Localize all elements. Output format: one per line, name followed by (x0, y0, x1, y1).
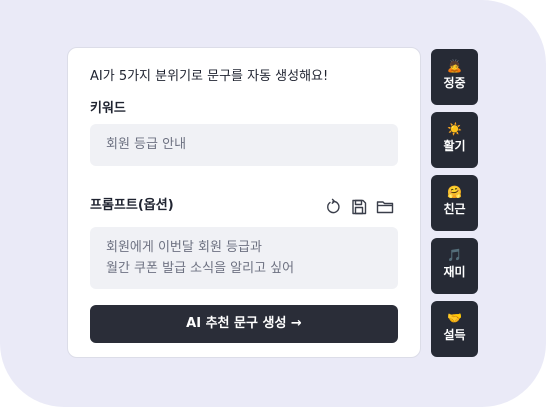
tone-button-persuasive[interactable]: 🤝 설득 (431, 301, 478, 357)
prompt-textarea[interactable]: 회원에게 이번달 회원 등급과 월간 쿠폰 발급 소식을 알리고 싶어 (90, 227, 398, 289)
save-icon[interactable] (350, 198, 368, 216)
prompt-label: 프롬프트(옵션) (90, 198, 174, 213)
handshake-icon: 🤝 (447, 311, 462, 325)
tone-button-fun[interactable]: 🎵 재미 (431, 238, 478, 294)
intro-text: AI가 5가지 분위기로 문구를 자동 생성해요! (90, 69, 329, 84)
tone-label: 활기 (443, 139, 466, 153)
generate-button[interactable]: AI 추천 문구 생성 → (90, 305, 398, 343)
reset-icon[interactable] (324, 198, 342, 216)
tone-button-polite[interactable]: 🙇 정중 (431, 49, 478, 105)
keyword-input[interactable]: 회원 등급 안내 (90, 124, 398, 166)
folder-icon[interactable] (376, 198, 394, 216)
tone-label: 재미 (443, 265, 466, 279)
tone-button-friendly[interactable]: 🤗 친근 (431, 175, 478, 231)
tone-label: 친근 (443, 202, 466, 216)
tone-button-lively[interactable]: ☀️ 활기 (431, 112, 478, 168)
bowing-person-icon: 🙇 (447, 59, 462, 73)
tone-label: 설득 (443, 328, 466, 342)
copy-generator-card: AI가 5가지 분위기로 문구를 자동 생성해요! 키워드 회원 등급 안내 프… (67, 47, 421, 358)
prompt-toolbar (324, 198, 400, 216)
keyword-label: 키워드 (90, 101, 126, 116)
sun-icon: ☀️ (447, 122, 462, 136)
prompt-line: 월간 쿠폰 발급 소식을 알리고 싶어 (106, 261, 295, 276)
prompt-line: 회원에게 이번달 회원 등급과 (106, 240, 262, 255)
tone-label: 정중 (443, 76, 466, 90)
music-note-icon: 🎵 (447, 248, 462, 262)
hugging-face-icon: 🤗 (447, 185, 462, 199)
